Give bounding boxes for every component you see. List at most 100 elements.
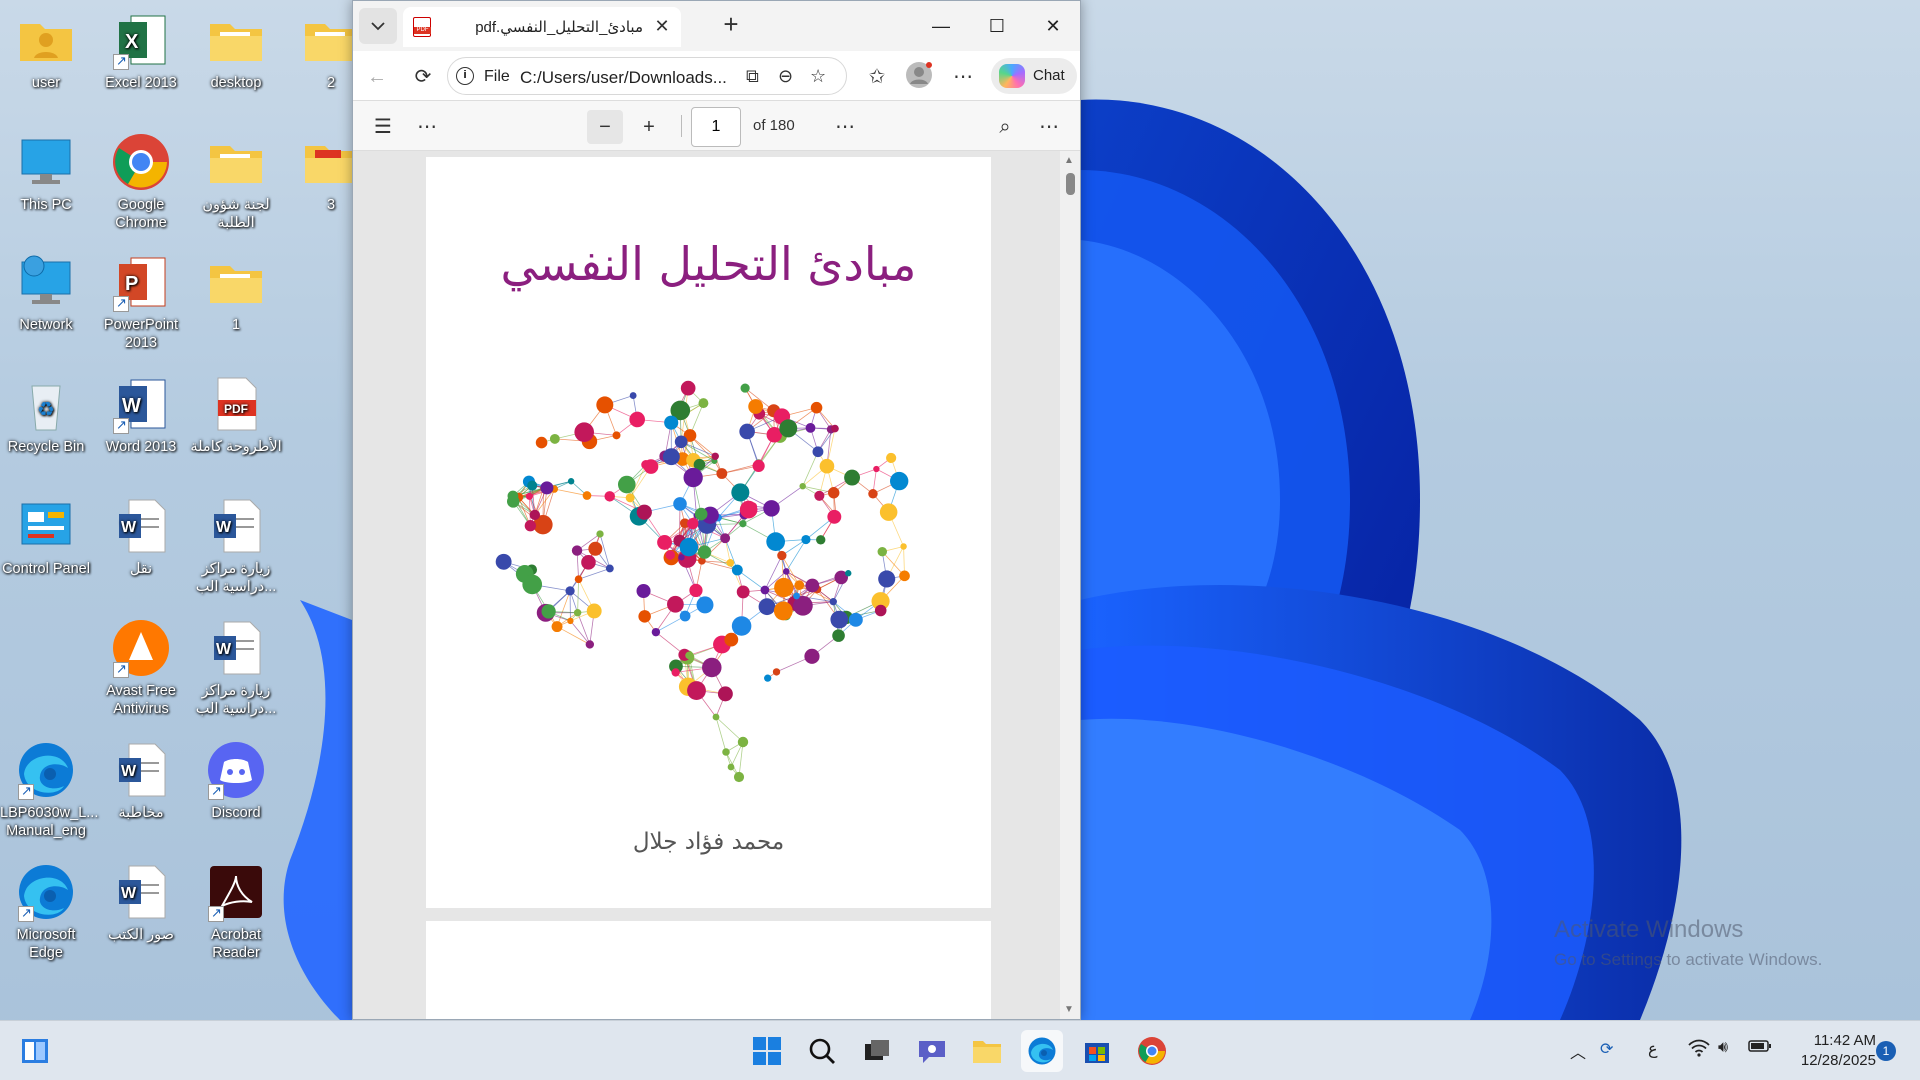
desktop-icon-acrobat[interactable]: Acrobat Reader <box>190 862 282 962</box>
desktop-icon-excel[interactable]: X Excel 2013 <box>95 10 187 92</box>
file-explorer-button[interactable] <box>966 1030 1008 1072</box>
pdf-page-1: مبادئ التحليل النفسي محمد فؤاد جلال <box>426 157 991 908</box>
notification-badge[interactable]: 1 <box>1876 1041 1896 1061</box>
desktop-icon-this-pc[interactable]: This PC <box>0 132 92 214</box>
desktop-icon-label: Excel 2013 <box>105 75 177 91</box>
scrollbar-thumb[interactable] <box>1066 173 1075 195</box>
brain-node <box>685 651 693 660</box>
scroll-up-icon[interactable]: ▲ <box>1064 155 1074 166</box>
pdf-more-tools-icon[interactable]: ⋯ <box>409 110 445 144</box>
desktop-icon-folder-1[interactable]: 1 <box>190 252 282 334</box>
desktop-icon-control-panel[interactable]: Control Panel <box>0 496 92 578</box>
brain-node <box>731 564 743 576</box>
desktop-icon-avast[interactable]: Avast Free Antivirus <box>95 618 187 718</box>
desktop-icon-visit-centers-2[interactable]: W زيارة مراكز دراسية الب... <box>190 618 282 718</box>
desktop-icon-network[interactable]: Network <box>0 252 92 334</box>
widgets-button[interactable] <box>14 1030 56 1072</box>
desktop-icon-correspondence[interactable]: W مخاطبة <box>95 740 187 822</box>
taskbar: ︿ ⟳ ع 🔊︎ 11:42 AM 12/28/2025 1 <box>0 1020 1920 1080</box>
battery-icon[interactable] <box>1748 1039 1772 1058</box>
desktop-icon-user[interactable]: user <box>0 10 92 92</box>
word-document-icon: W <box>111 740 171 800</box>
desktop-icon-student-affairs[interactable]: لجنة شؤون الطلبة <box>190 132 282 232</box>
brain-node <box>689 583 703 598</box>
back-button[interactable]: ← <box>361 61 393 93</box>
input-language-indicator[interactable]: ع <box>1648 1039 1658 1059</box>
tab-pdf[interactable]: pdf.مبادئ_التحليل_النفسي ✕ <box>403 7 681 47</box>
store-button[interactable] <box>1076 1030 1118 1072</box>
page-number-input[interactable]: 1 <box>691 107 741 147</box>
vertical-scrollbar[interactable]: ▲ ▼ <box>1060 151 1080 1019</box>
task-view-button[interactable] <box>856 1030 898 1072</box>
favorite-star-icon[interactable]: ☆ <box>810 66 826 87</box>
desktop-icon-recycle-bin[interactable]: ♻ Recycle Bin <box>0 374 92 456</box>
brain-node <box>878 570 896 588</box>
desktop-icon-edge[interactable]: Microsoft Edge <box>0 862 92 962</box>
desktop-icon-chrome[interactable]: Google Chrome <box>95 132 187 232</box>
desktop-icon-label: Word 2013 <box>105 439 177 455</box>
pdf-overflow-icon[interactable]: ⋯ <box>827 110 863 144</box>
avatar-icon <box>906 62 932 88</box>
maximize-button[interactable]: ☐ <box>968 1 1026 51</box>
chrome-icon <box>111 132 171 192</box>
brain-node <box>749 502 757 510</box>
brain-node <box>752 459 765 473</box>
scroll-down-icon[interactable]: ▼ <box>1064 1004 1074 1015</box>
site-info-icon[interactable]: i <box>456 67 474 85</box>
svg-text:W: W <box>216 641 232 658</box>
desktop-icon-thesis-pdf[interactable]: PDF الأطروحة كاملة <box>190 374 282 456</box>
desktop-icon-word[interactable]: W Word 2013 <box>95 374 187 456</box>
settings-more-icon[interactable]: ⋯ <box>947 61 979 93</box>
svg-text:♻: ♻ <box>37 399 55 421</box>
desktop-icon-discord[interactable]: Discord <box>190 740 282 822</box>
brain-node <box>495 553 512 570</box>
desktop-icon-label: نقل <box>129 561 153 577</box>
pdf-viewer[interactable]: مبادئ التحليل النفسي محمد فؤاد جلال ▲ ▼ <box>353 151 1080 1019</box>
close-tab-icon[interactable]: ✕ <box>651 15 673 37</box>
svg-text:X: X <box>125 31 139 53</box>
search-icon[interactable]: ⌕ <box>987 110 1023 144</box>
show-hidden-icons-chevron-icon[interactable]: ︿ <box>1570 1039 1586 1063</box>
zoom-icon[interactable]: ⊖ <box>778 66 793 87</box>
brain-node <box>779 419 798 438</box>
copilot-chat-button[interactable]: Chat <box>991 58 1077 94</box>
desktop-icon-book-images[interactable]: W صور الكتب <box>95 862 187 944</box>
minimize-button[interactable]: — <box>912 1 970 51</box>
chat-label: Chat <box>1033 67 1065 84</box>
desktop-icon-visit-centers-1[interactable]: W زيارة مراكز دراسية الب... <box>190 496 282 596</box>
edge-taskbar-button[interactable] <box>1021 1030 1063 1072</box>
favorites-icon[interactable]: ✩ <box>861 61 893 93</box>
desktop-icon-powerpoint[interactable]: P PowerPoint 2013 <box>95 252 187 352</box>
search-button[interactable] <box>801 1030 843 1072</box>
zoom-out-button[interactable]: − <box>587 110 623 144</box>
desktop-icon-label: Discord <box>211 805 261 821</box>
profile-avatar[interactable] <box>903 61 935 93</box>
chat-app-button[interactable] <box>911 1030 953 1072</box>
brain-node <box>567 617 574 625</box>
close-window-button[interactable]: ✕ <box>1024 1 1082 51</box>
wifi-icon[interactable] <box>1688 1039 1710 1062</box>
desktop-icon-desktop-folder[interactable]: desktop <box>190 10 282 92</box>
table-of-contents-icon[interactable]: ☰ <box>365 110 401 144</box>
address-bar[interactable]: i File C:/Users/user/Downloads... ⧉ ⊖ ☆ <box>447 57 847 95</box>
pdf-settings-more-icon[interactable]: ⋯ <box>1031 110 1067 144</box>
brain-node <box>541 604 556 619</box>
sync-icon[interactable]: ⟳ <box>1600 1039 1613 1059</box>
volume-icon[interactable]: 🔊︎ <box>1718 1039 1728 1057</box>
brain-node <box>766 532 786 551</box>
read-aloud-icon[interactable]: ⧉ <box>746 66 759 87</box>
tab-actions-menu-button[interactable] <box>359 8 397 44</box>
taskbar-clock[interactable]: 11:42 AM 12/28/2025 <box>1776 1031 1876 1071</box>
refresh-button[interactable]: ⟳ <box>407 61 439 93</box>
desktop-icon-lbp-manual[interactable]: LBP6030w_L... Manual_eng <box>0 740 98 840</box>
start-button[interactable] <box>746 1030 788 1072</box>
svg-text:W: W <box>121 885 137 902</box>
desktop-icon-label: زيارة مراكز دراسية الب... <box>195 683 277 717</box>
chrome-taskbar-button[interactable] <box>1131 1030 1173 1072</box>
tab-title: pdf.مبادئ_التحليل_النفسي <box>475 19 643 36</box>
zoom-in-button[interactable]: + <box>631 110 667 144</box>
word-document-icon: W <box>111 496 171 556</box>
desktop-icon-doc-transfer[interactable]: W نقل <box>95 496 187 578</box>
brain-node <box>848 612 863 627</box>
new-tab-button[interactable]: + <box>715 9 747 41</box>
